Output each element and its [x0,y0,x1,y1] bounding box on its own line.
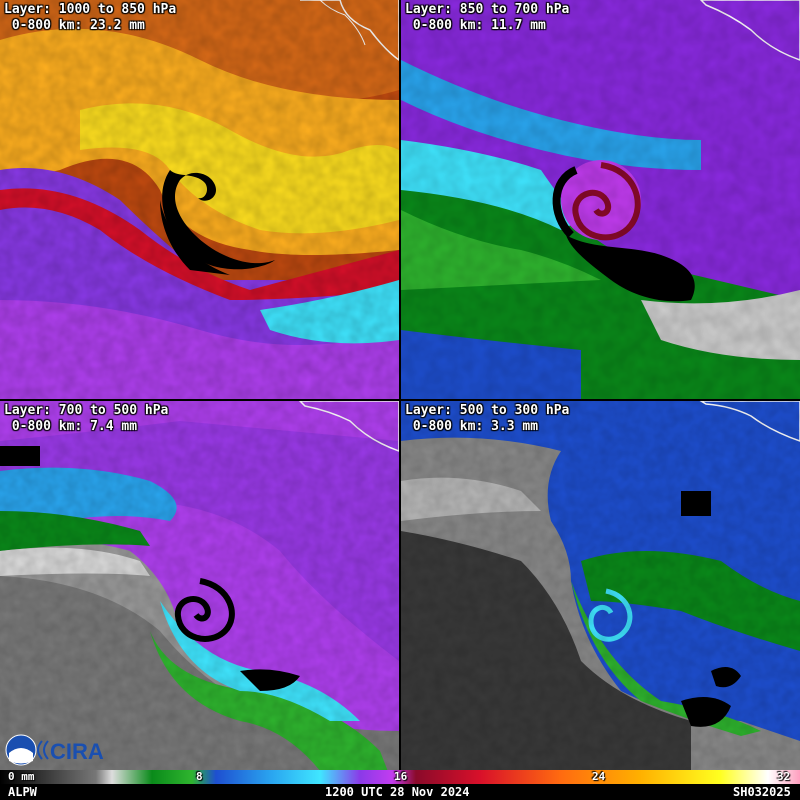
precipitable-water-map-850-700 [401,0,800,399]
panel-1000-850: Layer: 1000 to 850 hPa 0-800 km: 23.2 mm [0,0,399,399]
layer-label: Layer: 850 to 700 hPa [405,2,570,17]
panel-label: Layer: 700 to 500 hPa 0-800 km: 7.4 mm [4,403,168,435]
colorbar-tick-32: 32 [777,770,791,783]
footer-bar: ALPW 1200 UTC 28 Nov 2024 SH032025 [0,784,800,800]
panel-850-700: Layer: 850 to 700 hPa 0-800 km: 11.7 mm [401,0,800,399]
layer-value: 0-800 km: 7.4 mm [4,419,138,434]
layer-label: Layer: 500 to 300 hPa [405,403,570,418]
panel-label: Layer: 500 to 300 hPa 0-800 km: 3.3 mm [405,403,569,435]
colorbar-tick-8: 8 [196,770,203,783]
panel-label: Layer: 850 to 700 hPa 0-800 km: 11.7 mm [405,2,569,34]
panel-500-300: Layer: 500 to 300 hPa 0-800 km: 3.3 mm [401,401,800,800]
valid-time: 1200 UTC 28 Nov 2024 [325,785,470,799]
panel-label: Layer: 1000 to 850 hPa 0-800 km: 23.2 mm [4,2,176,34]
noaa-cira-logo-icon: CIRA [5,734,104,766]
panel-divider-horizontal [0,399,800,401]
logo-text: CIRA [50,739,104,764]
colorbar-tick-16: 16 [394,770,408,783]
layer-value: 0-800 km: 11.7 mm [405,18,546,33]
layer-label: Layer: 1000 to 850 hPa [4,2,177,17]
layer-value: 0-800 km: 3.3 mm [405,419,539,434]
precipitable-water-map-500-300 [401,401,800,800]
product-name: ALPW [8,785,37,799]
colorbar-tick-0: 0 mm [8,770,35,783]
colorbar-tick-24: 24 [592,770,606,783]
precipitable-water-map-1000-850 [0,0,399,399]
storm-id: SH032025 [733,785,791,799]
panel-divider-vertical [399,0,401,770]
colorbar: 0 mm 8 16 24 32 [0,770,800,784]
layer-label: Layer: 700 to 500 hPa [4,403,169,418]
layer-value: 0-800 km: 23.2 mm [4,18,145,33]
